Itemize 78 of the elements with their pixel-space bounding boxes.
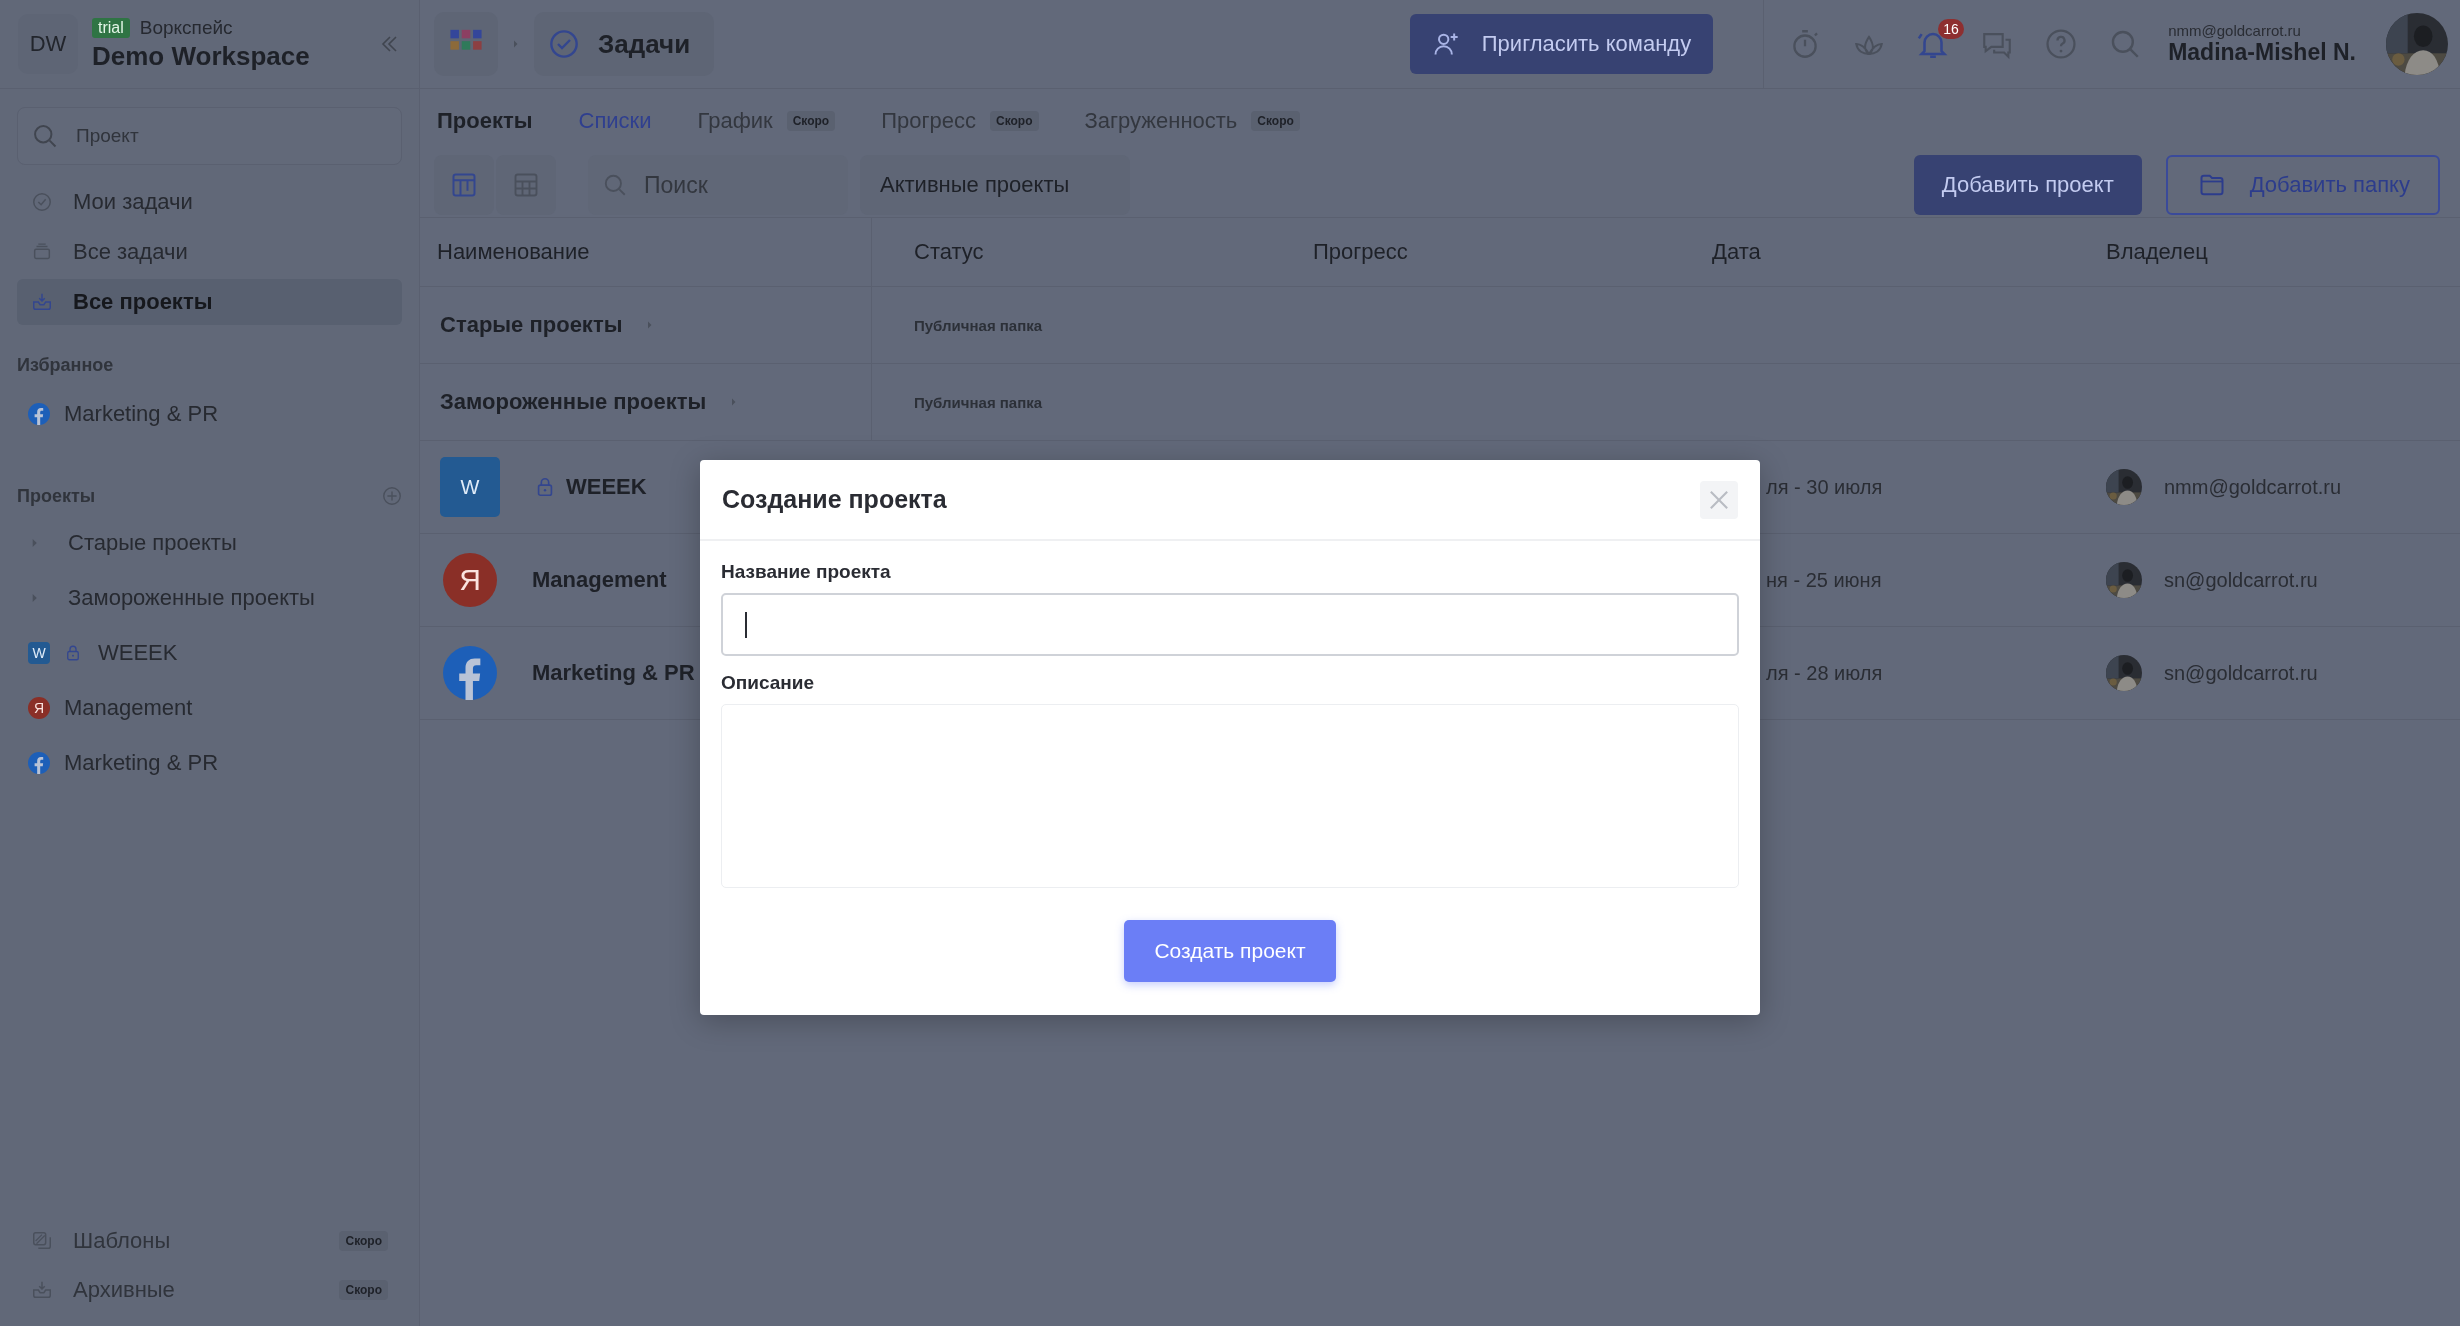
sidebar-item[interactable]: Шаблоны Скоро [17,1216,402,1265]
workspace-avatar[interactable]: DW [18,14,78,74]
date-range: ля - 30 июля [1766,475,1883,499]
date-range: ля - 28 июля [1766,661,1883,685]
dialog-title: Создание проекта [722,485,947,514]
check-icon [548,28,580,60]
input-field[interactable] [721,593,1739,656]
sidebar-item[interactable]: Marketing & PR [0,735,419,790]
column-header: Дата [1711,238,1762,266]
section-title: Избранное [17,355,115,376]
status-label: Публичная папка [914,393,1043,411]
create-project-button[interactable]: Создать проект [1124,920,1336,982]
field-label: Описание [721,672,816,694]
workspace-label: Воркспейс [139,16,233,39]
sidebar-item[interactable]: Все задачи [17,229,402,275]
help-icon[interactable] [2044,27,2079,61]
status-label: Публичная папка [914,316,1043,334]
project-name[interactable]: Marketing & PR [532,660,695,686]
date-range: ня - 25 июня [1766,568,1882,592]
sidebar-item[interactable]: Архивные Скоро [17,1265,402,1314]
add-project-button[interactable]: Добавить проект [1913,155,2142,215]
project-name[interactable]: Management [532,567,667,593]
trial-badge: trial [92,17,130,38]
column-header: Прогресс [1312,238,1409,266]
item-label: Шаблоны [73,1227,172,1254]
notification-badge: 16 [1938,19,1964,39]
add-icon[interactable] [381,485,403,507]
project-name[interactable]: WEEEK [534,474,647,500]
project-logo: Я [443,553,497,607]
search-field[interactable]: Проект [17,107,402,165]
item-label: Архивные [73,1276,176,1303]
column-header: Статус [913,238,985,266]
user-email: nmm@goldcarrot.ru [2168,22,2302,39]
check-circle-icon [31,191,53,213]
facebook-logo-icon [28,402,50,425]
board-view-icon [450,171,478,199]
apps-button[interactable] [434,12,498,76]
view-toggle[interactable] [496,155,556,215]
sidebar-item[interactable]: Все проекты [17,279,402,325]
facebook-logo-icon [443,646,497,700]
folder-name[interactable]: Старые проекты [440,312,623,338]
sidebar-item[interactable]: W WEEEK [0,625,419,680]
facebook-logo-icon [28,751,50,774]
owner-email: sn@goldcarrot.ru [2164,568,2318,592]
soon-badge: Скоро [339,1230,388,1251]
soon-badge: Скоро [1251,111,1300,131]
sidebar-item[interactable]: Я Management [0,680,419,735]
tab[interactable]: Проекты [437,108,533,134]
folder-name[interactable]: Замороженные проекты [440,389,707,415]
workspace-name: Demo Workspace [92,40,311,72]
soon-badge: Скоро [339,1279,388,1300]
search-icon [31,122,59,150]
close-button[interactable] [1700,480,1738,519]
column-header: Владелец [2105,238,2209,266]
sidebar-item[interactable]: Замороженные проекты [0,570,419,625]
table-view-icon [512,171,540,199]
field-label: Название проекта [721,561,892,583]
app-switcher[interactable]: Задачи [534,12,715,76]
filter-dropdown[interactable]: Активные проекты [860,155,1130,215]
project-logo: W [440,457,500,517]
project-logo: W [28,641,50,664]
user-name: Madina-Mishel N. [2168,39,2356,66]
lock-icon [64,643,82,662]
sidebar-item[interactable]: Мои задачи [17,179,402,225]
sidebar-item[interactable]: Marketing & PR [0,386,419,441]
column-header: Наименование [420,218,872,286]
search-icon [602,172,628,198]
inbox-icon [31,291,53,313]
owner-email: nmm@goldcarrot.ru [2164,475,2342,499]
project-logo: Я [28,696,50,719]
view-toggle[interactable] [434,155,494,215]
sidebar-item[interactable]: Старые проекты [0,515,419,570]
invite-button[interactable]: Пригласить команду [1409,14,1714,74]
soon-badge: Скоро [990,111,1039,131]
soon-badge: Скоро [786,111,836,131]
owner-email: sn@goldcarrot.ru [2164,661,2318,685]
layers-icon [31,1229,53,1252]
section-title: Проекты [17,485,96,507]
